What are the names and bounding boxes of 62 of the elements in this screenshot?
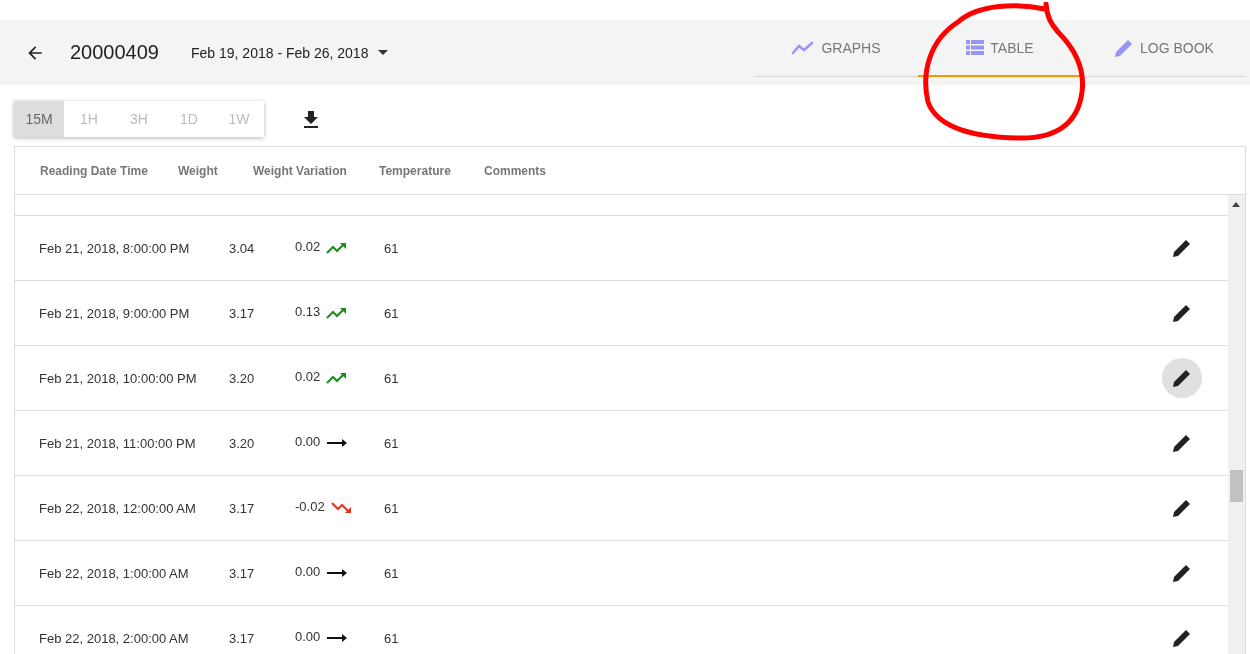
column-header: Weight Variation [253,163,348,178]
scrollbar[interactable] [1228,195,1245,654]
table-cell-text: Feb 21, 2018, 9:00:00 PM [39,305,191,321]
table-cell-text: 3.20 [229,370,256,386]
right-arrow-icon [326,439,349,447]
table-cell-text: Feb 21, 2018, 8:00:00 PM [39,240,191,256]
view-tab[interactable]: TABLE [918,30,1082,77]
table-cell-text: 3.20 [229,435,256,451]
trending-up-icon [326,242,349,254]
table-cell-text: Feb 21, 2018, 10:00:00 PM [39,370,198,386]
table-cell: 0.00 [295,628,321,644]
column-header: Comments [484,163,546,178]
column-header: Temperature [379,163,452,178]
table-cell: -0.02 [295,498,325,514]
pencil-icon [1172,563,1192,583]
table-cell-text: Feb 22, 2018, 12:00:00 AM [39,500,197,516]
caret-icon [378,50,389,55]
table-cell-text: Feb 22, 2018, 2:00:00 AM [39,630,190,646]
trending-up-icon [326,307,349,319]
table-cell: 0.00 [295,563,321,579]
table-cell-text: 3.17 [229,500,256,516]
table-cell: 61 [384,240,399,256]
pencil-icon [1172,498,1192,518]
interval-button[interactable]: 15M [14,101,64,137]
table-cell: 0.02 [295,238,321,254]
table-cell: 61 [384,305,399,321]
table-cell: 61 [384,435,399,451]
scroll-up-icon[interactable] [1232,202,1240,207]
edit-button[interactable] [1162,358,1202,398]
list-icon [966,40,985,55]
pencil-icon [1172,303,1192,323]
table-cell-text: Feb 21, 2018, 11:00:00 PM [39,435,197,451]
table-cell-text: Feb 22, 2018, 1:00:00 AM [39,565,190,581]
column-header: Weight [178,163,219,178]
right-arrow-icon [326,569,349,577]
table-cell-text: 3.17 [229,305,256,321]
table-cell: 61 [384,500,399,516]
table-cell-text: 3.04 [229,240,256,256]
trending-down-icon [330,502,353,514]
table-cell: 61 [384,370,399,386]
pencil-icon [1172,238,1192,258]
download-icon[interactable] [304,110,318,128]
scrollbar-thumb[interactable] [1230,470,1243,502]
table-cell: 0.13 [295,303,321,319]
pencil-icon [1172,368,1192,388]
pencil-icon [1172,433,1192,453]
table-cell: 61 [384,565,399,581]
pencil-icon [1114,37,1135,58]
line-chart-icon [791,40,816,55]
view-tab[interactable]: GRAPHS [754,30,918,77]
table-cell-text: 3.17 [229,565,256,581]
table-cell: 61 [384,630,399,646]
table-cell: 0.02 [295,368,321,384]
pencil-icon [1172,628,1192,648]
table-cell: 0.00 [295,433,321,449]
table-cell-text: 3.17 [229,630,256,646]
trending-up-icon [326,372,349,384]
date-range-dropdown[interactable]: Feb 19, 2018 - Feb 26, 2018 [191,44,389,61]
view-tab[interactable]: LOG BOOK [1082,30,1246,77]
column-header: Reading Date Time [40,163,149,178]
device-title: 20000409 [70,41,159,64]
right-arrow-icon [326,634,349,642]
